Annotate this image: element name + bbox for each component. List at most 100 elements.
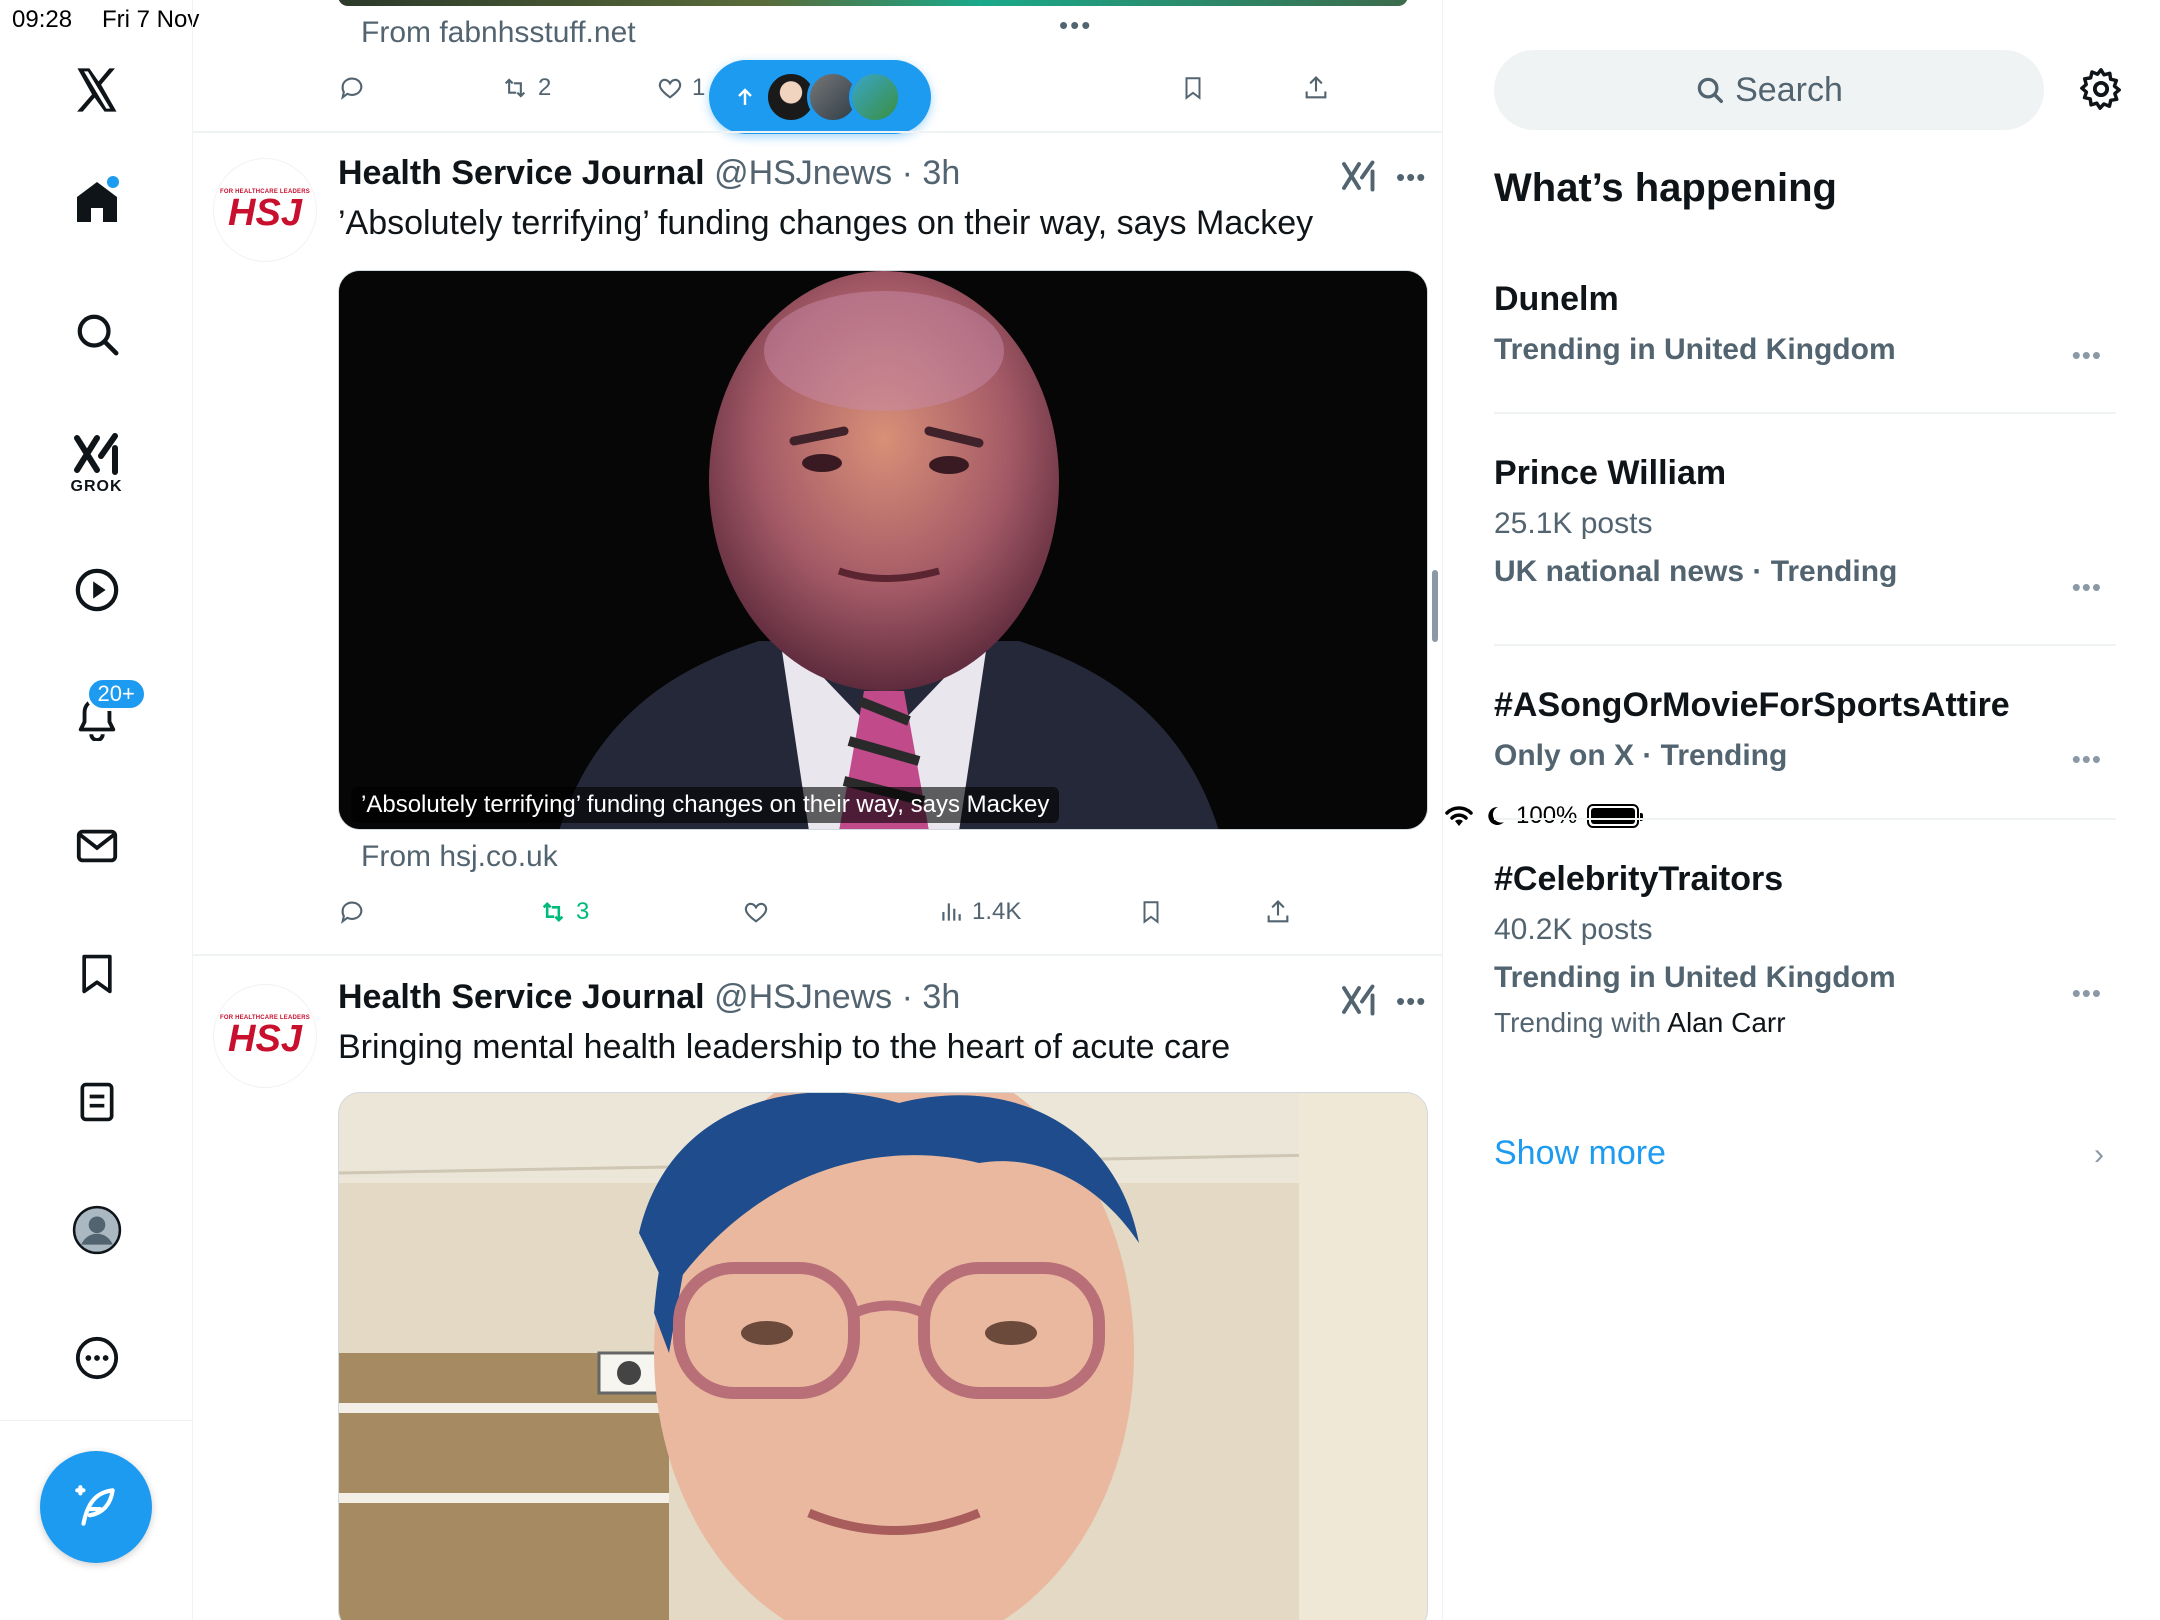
new-post-avatar [849, 71, 901, 123]
nav-more[interactable] [0, 1330, 193, 1386]
trend-context: Only on X · Trending [1494, 739, 1788, 772]
reply-button[interactable] [338, 898, 366, 926]
retweet-icon [504, 78, 526, 98]
nav-divider [0, 1420, 193, 1421]
heart-icon [658, 78, 682, 99]
right-sidebar: Search What’s happening Dunelm Trending … [1444, 0, 2160, 1620]
bookmark-button[interactable] [1180, 74, 1206, 102]
grok-label: GROK [70, 478, 123, 495]
tweet-time[interactable]: 3h [922, 978, 960, 1016]
new-posts-pill[interactable] [709, 60, 931, 134]
nav-lists[interactable] [0, 1074, 193, 1130]
chevron-right-icon[interactable]: › [2094, 1138, 2104, 1172]
timeline-feed[interactable]: ••• From fabnhsstuff.net 2 1 FOR HEALTHC… [193, 0, 1443, 1620]
trend-with: Trending with Alan Carr [1494, 1007, 2116, 1039]
reply-button[interactable] [338, 74, 366, 102]
nav-video[interactable] [0, 562, 193, 618]
search-input[interactable]: Search [1494, 50, 2044, 130]
retweet-button[interactable]: 2 [500, 74, 551, 102]
left-nav: GROK 20+ [0, 0, 193, 1620]
trend-more-icon[interactable]: ••• [2072, 572, 2102, 603]
hsj-avatar[interactable]: FOR HEALTHCARE LEADERS HSJ [213, 158, 317, 262]
hsj-avatar[interactable]: FOR HEALTHCARE LEADERS HSJ [213, 984, 317, 1088]
like-count: 1 [692, 74, 706, 101]
trend-divider [1494, 412, 2116, 414]
bookmark-icon [1143, 901, 1159, 924]
avatar-icon [72, 1205, 121, 1255]
tweet-image[interactable]: ’Absolutely terrifying’ funding changes … [338, 270, 1428, 830]
avatar-logo-text: HSJ [228, 1018, 302, 1060]
tweet-source[interactable]: From hsj.co.uk [361, 840, 558, 874]
x-logo-icon[interactable] [0, 60, 193, 120]
scrollbar-thumb[interactable] [1432, 570, 1438, 642]
tweet-more-icon[interactable]: ••• [1396, 986, 1426, 1017]
nav-notifications[interactable]: 20+ [0, 677, 193, 746]
settings-button[interactable] [2078, 66, 2124, 117]
view-count: 1.4K [972, 898, 1022, 925]
trend-item[interactable]: #ASongOrMovieForSportsAttire Only on X ·… [1494, 686, 2116, 775]
search-icon [77, 314, 118, 356]
author-name[interactable]: Health Service Journal [338, 978, 705, 1016]
home-unread-dot [106, 176, 119, 188]
grok-explain-icon[interactable] [1341, 158, 1377, 199]
tweet-more-icon[interactable]: ••• [1396, 162, 1426, 193]
search-icon [1697, 77, 1724, 103]
tweet-time[interactable]: 3h [922, 154, 960, 192]
image-caption: ’Absolutely terrifying’ funding changes … [351, 787, 1060, 823]
like-button[interactable]: 1 [656, 74, 705, 102]
nav-explore[interactable] [0, 306, 193, 362]
nav-messages[interactable] [0, 818, 193, 874]
heart-icon [744, 902, 768, 923]
tweet-actions: 3 1.4K [338, 898, 1338, 938]
trend-divider [1494, 644, 2116, 646]
prev-tweet-source[interactable]: From fabnhsstuff.net [361, 16, 636, 50]
like-button[interactable] [742, 898, 770, 926]
play-circle-icon [75, 568, 118, 612]
trend-item[interactable]: #CelebrityTraitors 40.2K posts Trending … [1494, 860, 2116, 1039]
trend-divider [1494, 818, 2116, 820]
trend-item[interactable]: Prince William 25.1K posts UK national n… [1494, 454, 2116, 602]
trend-context: Trending in United Kingdom [1494, 961, 1896, 994]
tweet-header: Health Service Journal @HSJnews · 3h [338, 154, 960, 193]
notifications-badge: 20+ [85, 677, 147, 711]
trend-post-count: 40.2K posts [1494, 913, 1653, 946]
tweet-2[interactable]: FOR HEALTHCARE LEADERS HSJ Health Servic… [193, 956, 1442, 1620]
avatar-logo-text: HSJ [228, 192, 302, 234]
author-handle[interactable]: @HSJnews [714, 978, 892, 1016]
bookmark-button[interactable] [1138, 898, 1164, 926]
nav-profile[interactable] [0, 1202, 193, 1258]
author-name[interactable]: Health Service Journal [338, 154, 705, 192]
share-button[interactable] [1302, 74, 1330, 102]
tweet-image[interactable] [338, 1092, 1428, 1620]
bookmark-icon [81, 954, 112, 994]
nav-bookmarks[interactable] [0, 946, 193, 1002]
trend-item[interactable]: Dunelm Trending in United Kingdom ••• [1494, 280, 2116, 370]
trend-more-icon[interactable]: ••• [2072, 340, 2102, 371]
views-button[interactable]: 1.4K [938, 898, 1021, 926]
show-more-link[interactable]: Show more [1494, 1134, 1666, 1173]
trend-more-icon[interactable]: ••• [2072, 978, 2102, 1009]
tweet-1[interactable]: FOR HEALTHCARE LEADERS HSJ Health Servic… [193, 132, 1442, 957]
previous-tweet-media[interactable] [338, 0, 1408, 6]
reply-icon [341, 77, 363, 100]
trend-with-name[interactable]: Alan Carr [1667, 1007, 1785, 1038]
more-circle-icon [75, 1336, 118, 1380]
retweet-button[interactable]: 3 [538, 898, 589, 926]
compose-feather-icon [75, 1485, 115, 1526]
nav-home[interactable] [0, 174, 193, 230]
arrow-up-icon [738, 88, 752, 105]
grok-explain-icon[interactable] [1341, 982, 1377, 1023]
author-handle[interactable]: @HSJnews [714, 154, 892, 192]
tweet-header: Health Service Journal @HSJnews · 3h [338, 978, 960, 1017]
trend-name: #ASongOrMovieForSportsAttire [1494, 686, 2010, 724]
more-dots-icon[interactable]: ••• [1059, 10, 1092, 41]
compose-button[interactable] [40, 1451, 152, 1563]
trend-context: UK national news · Trending [1494, 555, 1898, 588]
grok-icon [73, 433, 118, 475]
trend-more-icon[interactable]: ••• [2072, 744, 2102, 775]
nav-grok[interactable]: GROK [0, 428, 193, 500]
trend-name: #CelebrityTraitors [1494, 860, 1784, 898]
retweet-icon [542, 902, 564, 922]
share-button[interactable] [1264, 898, 1292, 926]
portrait-image [339, 1093, 1427, 1620]
